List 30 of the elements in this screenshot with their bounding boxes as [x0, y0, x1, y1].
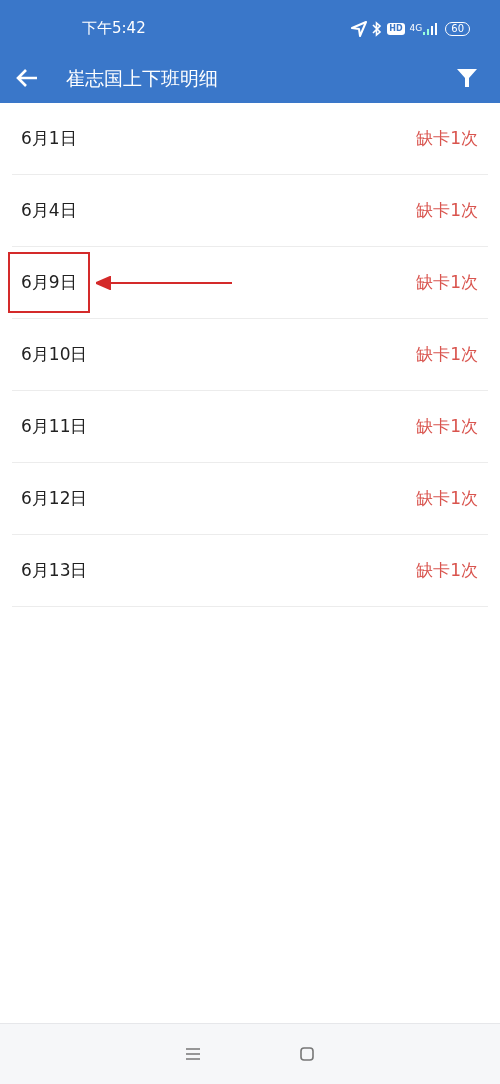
date-label: 6月13日: [21, 558, 88, 582]
list-row[interactable]: 6月13日 缺卡1次: [12, 535, 488, 607]
missed-punch-status: 缺卡1次: [416, 342, 478, 366]
page-title: 崔志国上下班明细: [66, 65, 219, 91]
date-label: 6月4日: [21, 198, 77, 222]
list-row[interactable]: 6月10日 缺卡1次: [12, 319, 488, 391]
missed-punch-status: 缺卡1次: [416, 486, 478, 510]
status-time: 下午5:42: [82, 18, 146, 40]
network-type: 4G: [409, 22, 423, 33]
list-row[interactable]: 6月1日 缺卡1次: [12, 103, 488, 175]
date-label: 6月1日: [21, 126, 77, 150]
bluetooth-icon: [372, 20, 383, 37]
missed-punch-status: 缺卡1次: [416, 558, 478, 582]
list-row[interactable]: 6月9日 缺卡1次: [12, 247, 488, 319]
list-row[interactable]: 6月4日 缺卡1次: [12, 175, 488, 247]
location-arrow-icon: [351, 20, 368, 37]
menu-icon[interactable]: [186, 1048, 200, 1060]
missed-punch-status: 缺卡1次: [416, 198, 478, 222]
list-row[interactable]: 6月11日 缺卡1次: [12, 391, 488, 463]
date-label: 6月12日: [21, 486, 88, 510]
missed-punch-status: 缺卡1次: [416, 414, 478, 438]
home-square-icon[interactable]: [300, 1047, 314, 1061]
date-label: 6月11日: [21, 414, 88, 438]
date-label: 6月10日: [21, 342, 88, 366]
missed-punch-status: 缺卡1次: [416, 270, 478, 294]
date-label: 6月9日: [10, 253, 88, 312]
list-row[interactable]: 6月12日 缺卡1次: [12, 463, 488, 535]
missed-punch-status: 缺卡1次: [416, 126, 478, 150]
hd-badge: HD: [387, 22, 405, 35]
signal-icon: [423, 22, 438, 35]
